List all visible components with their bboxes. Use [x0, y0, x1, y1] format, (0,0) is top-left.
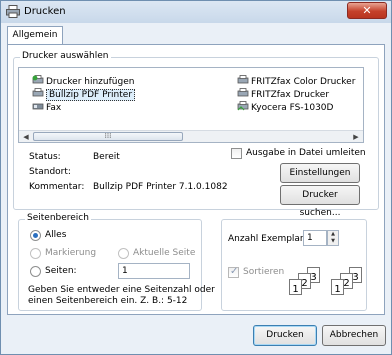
window-title: Drucken — [24, 6, 66, 17]
preferences-button[interactable]: Einstellungen — [280, 163, 360, 183]
printer-item-fritzfax-color[interactable]: FRITZfax Color Drucker — [237, 75, 355, 87]
scroll-right-icon[interactable]: ▶ — [350, 132, 362, 142]
print-to-file-checkbox[interactable] — [231, 148, 242, 159]
printer-item-fax[interactable]: Fax — [32, 101, 61, 113]
comment-value: Bullzip PDF Printer 7.1.0.1082 — [93, 182, 228, 192]
collate-label: Sortieren — [243, 267, 285, 277]
printer-list[interactable]: Drucker hinzufügen Bullzip PDF Printer F… — [18, 67, 364, 143]
copies-input[interactable]: 1 — [303, 230, 327, 246]
horizontal-scrollbar[interactable]: ◀ ⁞⁞⁞ ▶ — [19, 130, 363, 142]
page-icon: 1 — [331, 279, 344, 295]
printer-icon — [32, 88, 44, 97]
network-printer-icon — [237, 101, 249, 111]
range-hint-line2: einen Seitenbereich ein. Z. B.: 5-12 — [28, 296, 188, 306]
current-page-label: Aktuelle Seite — [133, 248, 196, 258]
check-icon: ✓ — [230, 266, 239, 277]
print-dialog: Drucken ✕ Allgemein Drucker auswählen Dr… — [0, 0, 392, 355]
page-icon: 1 — [289, 279, 302, 295]
scroll-left-icon[interactable]: ◀ — [20, 132, 32, 142]
copies-label: Anzahl Exemplare: — [228, 234, 313, 244]
page-range-legend: Seitenbereich — [25, 213, 91, 223]
pages-input[interactable]: 1 — [118, 263, 190, 279]
copies-group — [221, 219, 367, 311]
comment-label: Kommentar: — [29, 182, 85, 192]
printer-item-label: FRITZfax Color Drucker — [251, 77, 356, 87]
printer-item-label: Drucker hinzufügen — [46, 77, 135, 87]
printer-item-label: Fax — [46, 103, 62, 113]
printer-icon — [6, 5, 20, 18]
printer-item-add[interactable]: Drucker hinzufügen — [32, 75, 134, 87]
find-printer-button[interactable]: Drucker suchen... — [280, 185, 360, 218]
copies-spinner[interactable]: ▲ ▼ — [327, 230, 339, 246]
printer-item-label: Kyocera FS-1030D — [251, 103, 334, 113]
printer-item-label: FRITZfax Drucker — [251, 90, 330, 100]
status-label: Status: — [29, 152, 61, 162]
spin-down-icon[interactable]: ▼ — [328, 238, 338, 245]
printer-item-bullzip[interactable]: Bullzip PDF Printer — [32, 88, 136, 101]
printer-icon — [237, 88, 249, 97]
pages-radio[interactable] — [30, 266, 41, 277]
range-hint-line1: Geben Sie entweder eine Seitenzahl oder — [28, 285, 215, 295]
print-button[interactable]: Drucken — [253, 325, 317, 346]
print-to-file-label: Ausgabe in Datei umleiten — [246, 148, 366, 158]
fax-icon — [32, 103, 44, 110]
location-label: Standort: — [29, 167, 71, 177]
spin-up-icon[interactable]: ▲ — [328, 231, 338, 238]
tab-allgemein[interactable]: Allgemein — [7, 26, 63, 45]
printer-item-fritzfax[interactable]: FRITZfax Drucker — [237, 88, 329, 100]
add-printer-icon — [32, 75, 44, 84]
printer-item-kyocera[interactable]: Kyocera FS-1030D — [237, 101, 333, 113]
collate-checkbox[interactable]: ✓ — [228, 266, 239, 278]
scrollbar-thumb[interactable]: ⁞⁞⁞ — [33, 132, 183, 141]
printer-group-legend: Drucker auswählen — [20, 51, 111, 61]
close-button[interactable]: ✕ — [347, 2, 387, 19]
selection-label: Markierung — [45, 248, 97, 258]
title-bar: Drucken ✕ — [1, 1, 391, 23]
printer-icon — [237, 75, 249, 84]
all-pages-radio[interactable] — [30, 230, 41, 241]
cancel-button[interactable]: Abbrechen — [322, 325, 386, 346]
status-value: Bereit — [93, 152, 120, 162]
selection-radio[interactable] — [30, 248, 41, 259]
pages-label: Seiten: — [45, 266, 77, 276]
printer-item-label: Bullzip PDF Printer — [46, 89, 136, 101]
all-pages-label: Alles — [45, 230, 67, 240]
current-page-radio[interactable] — [118, 248, 129, 259]
